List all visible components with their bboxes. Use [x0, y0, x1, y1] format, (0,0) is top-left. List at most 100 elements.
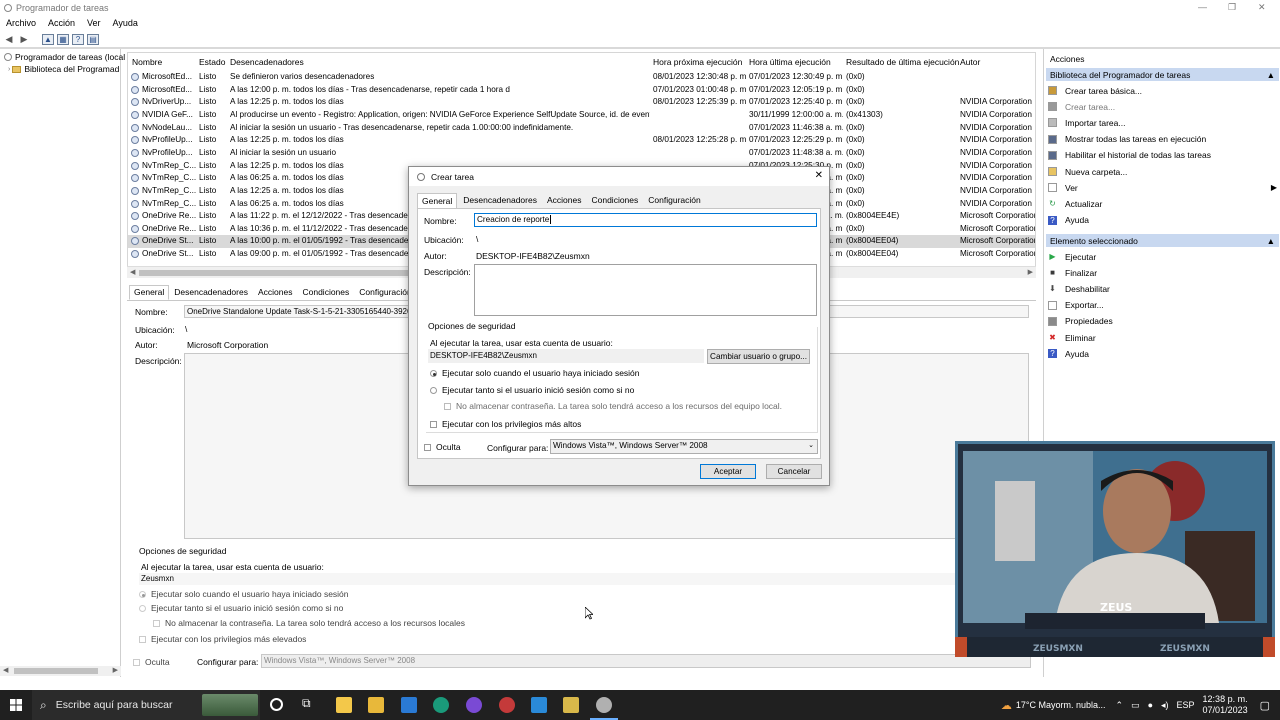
table-row[interactable]: MicrosoftEd... Listo A las 12:00 p. m. tod…	[128, 84, 1035, 97]
dialog-tab-acciones[interactable]: Acciones	[543, 193, 586, 208]
dialog-tab-general[interactable]: General	[417, 193, 458, 208]
dialog-config-select[interactable]: Windows Vista™, Windows Server™ 2008 ⌄	[550, 439, 818, 454]
col-hora-ultima[interactable]: Hora última ejecución	[749, 57, 831, 67]
action-item[interactable]: Importar tarea...	[1048, 116, 1277, 129]
forward-icon[interactable]: ▶	[18, 34, 30, 45]
dialog-name-input[interactable]: Creacion de reporte	[474, 213, 817, 227]
notifications-icon[interactable]: ▢	[1260, 699, 1270, 712]
action-item[interactable]: ⬇ Deshabilitar	[1048, 282, 1277, 295]
col-estado[interactable]: Estado	[199, 57, 225, 67]
taskbar-search[interactable]: ⌕ Escribe aquí para buscar	[32, 690, 260, 720]
checkbox-icon[interactable]	[424, 444, 431, 452]
collapse-icon[interactable]: ▲	[1267, 236, 1275, 246]
up-folder-icon[interactable]: ▲	[42, 33, 54, 45]
store-icon[interactable]	[336, 697, 352, 713]
dialog-tab-desencadenadores[interactable]: Desencadenadores	[459, 193, 541, 208]
show-hide-action-pane-icon[interactable]: ▤	[87, 33, 99, 45]
help-icon[interactable]: ?	[72, 33, 84, 45]
dialog-hidden[interactable]: Oculta	[424, 442, 461, 452]
action-item[interactable]: ✖ Eliminar	[1048, 331, 1277, 344]
menu-accion[interactable]: Acción	[48, 18, 75, 28]
action-item[interactable]: Habilitar el historial de todas las tare…	[1048, 149, 1277, 162]
tab-general[interactable]: General	[129, 285, 170, 300]
volume-icon[interactable]: ◂)	[1161, 700, 1169, 711]
actions-section-selected[interactable]: Elemento seleccionado ▲	[1046, 234, 1279, 247]
chevron-down-icon[interactable]: ⌄	[808, 441, 814, 449]
table-cell: A las 12:25 p. m. todos los días	[230, 135, 344, 145]
action-item[interactable]: Nueva carpeta...	[1048, 165, 1277, 178]
tree-library[interactable]: › Biblioteca del Programad	[8, 64, 119, 74]
mail-icon[interactable]	[401, 697, 417, 713]
table-cell: Listo	[199, 198, 217, 208]
chevron-up-icon[interactable]: ⌃	[1116, 700, 1124, 711]
menu-ayuda[interactable]: Ayuda	[113, 18, 138, 28]
task-scheduler-taskbar-icon[interactable]	[596, 697, 612, 713]
table-row[interactable]: NvNodeLau... Listo Al iniciar la sesión un…	[128, 122, 1035, 135]
tree-scrollbar[interactable]: ◀ ▶	[0, 666, 121, 676]
action-item[interactable]: Crear tarea...	[1048, 100, 1277, 113]
table-row[interactable]: NVIDIA GeF... Listo Al producirse un event…	[128, 109, 1035, 122]
table-row[interactable]: MicrosoftEd... Listo Se definieron varios …	[128, 71, 1035, 84]
dialog-opt-highest[interactable]: Ejecutar con los privilegios más altos	[430, 419, 581, 429]
tree-root[interactable]: Programador de tareas (local	[4, 52, 125, 62]
action-item[interactable]: Ver ▶	[1048, 181, 1277, 194]
menu-archivo[interactable]: Archivo	[6, 18, 36, 28]
action-item[interactable]: Exportar...	[1048, 299, 1277, 312]
action-item[interactable]: Propiedades	[1048, 315, 1277, 328]
ok-button[interactable]: Aceptar	[700, 464, 756, 479]
action-item[interactable]: ? Ayuda	[1048, 347, 1277, 360]
network-icon[interactable]: ▭	[1131, 700, 1140, 711]
action-item[interactable]: Mostrar todas las tareas en ejecución	[1048, 133, 1277, 146]
action-item[interactable]: ↻ Actualizar	[1048, 197, 1277, 210]
col-desencadenadores[interactable]: Desencadenadores	[230, 57, 304, 67]
checkbox-icon[interactable]	[430, 421, 437, 429]
show-hide-console-tree-icon[interactable]: ▦	[57, 33, 69, 45]
obs-icon[interactable]	[499, 697, 515, 713]
back-icon[interactable]: ◀	[3, 34, 15, 45]
file-explorer-icon[interactable]	[368, 697, 384, 713]
cancel-button[interactable]: Cancelar	[766, 464, 822, 479]
windows-start-icon[interactable]	[10, 699, 22, 711]
col-autor[interactable]: Autor	[960, 57, 980, 67]
tab-condiciones[interactable]: Condiciones	[297, 285, 354, 300]
change-user-button[interactable]: Cambiar usuario o grupo...	[707, 349, 810, 364]
dialog-description-input[interactable]	[474, 264, 817, 316]
task-view-icon[interactable]: ⧉	[302, 696, 318, 712]
radio-icon[interactable]	[430, 387, 437, 395]
collapse-icon[interactable]: ▲	[1267, 70, 1275, 80]
action-item[interactable]: ? Ayuda	[1048, 214, 1277, 227]
table-row[interactable]: NvProfileUp... Listo A las 12:25 p. m. tod…	[128, 134, 1035, 147]
weather-icon[interactable]: ☁	[1001, 699, 1012, 712]
dialog-close-icon[interactable]: ✕	[815, 170, 823, 181]
dialog-tab-condiciones[interactable]: Condiciones	[587, 193, 642, 208]
expand-arrow-icon[interactable]: ›	[8, 66, 10, 73]
restore-icon[interactable]: ❐	[1228, 2, 1236, 13]
actions-section-library[interactable]: Biblioteca del Programador de tareas ▲	[1046, 68, 1279, 81]
dialog-opt-whether[interactable]: Ejecutar tanto si el usuario inició sesi…	[430, 385, 634, 395]
microphone-icon[interactable]: ●	[1148, 700, 1153, 710]
dialog-tab-configuracion[interactable]: Configuración	[644, 193, 704, 208]
dialog-opt-logged-on[interactable]: Ejecutar solo cuando el usuario haya ini…	[430, 368, 640, 378]
language-indicator[interactable]: ESP	[1177, 700, 1195, 710]
weather-text[interactable]: 17°C Mayorm. nubla...	[1016, 700, 1106, 710]
action-item[interactable]: ▶ Ejecutar	[1048, 250, 1277, 263]
notes-icon[interactable]	[563, 697, 579, 713]
vscode-icon[interactable]	[531, 697, 547, 713]
edge-icon[interactable]	[433, 697, 449, 713]
col-hora-proxima[interactable]: Hora próxima ejecución	[653, 57, 742, 67]
table-row[interactable]: NvDriverUp... Listo A las 12:25 p. m. todo…	[128, 96, 1035, 109]
menu-ver[interactable]: Ver	[87, 18, 101, 28]
discord-icon[interactable]	[466, 697, 482, 713]
action-item[interactable]: ■ Finalizar	[1048, 266, 1277, 279]
tab-acciones[interactable]: Acciones	[253, 285, 298, 300]
table-row[interactable]: NvProfileUp... Listo Al iniciar la sesión …	[128, 147, 1035, 160]
action-item[interactable]: Crear tarea básica...	[1048, 84, 1277, 97]
tab-desencadenadores[interactable]: Desencadenadores	[169, 285, 253, 300]
col-resultado[interactable]: Resultado de última ejecución	[846, 57, 959, 67]
cortana-icon[interactable]	[270, 698, 283, 711]
clock[interactable]: 12:38 p. m. 07/01/2023	[1203, 694, 1248, 716]
radio-selected-icon[interactable]	[430, 370, 437, 378]
minimize-icon[interactable]: —	[1198, 2, 1207, 12]
col-nombre[interactable]: Nombre	[132, 57, 162, 67]
close-icon[interactable]: ✕	[1258, 2, 1266, 13]
